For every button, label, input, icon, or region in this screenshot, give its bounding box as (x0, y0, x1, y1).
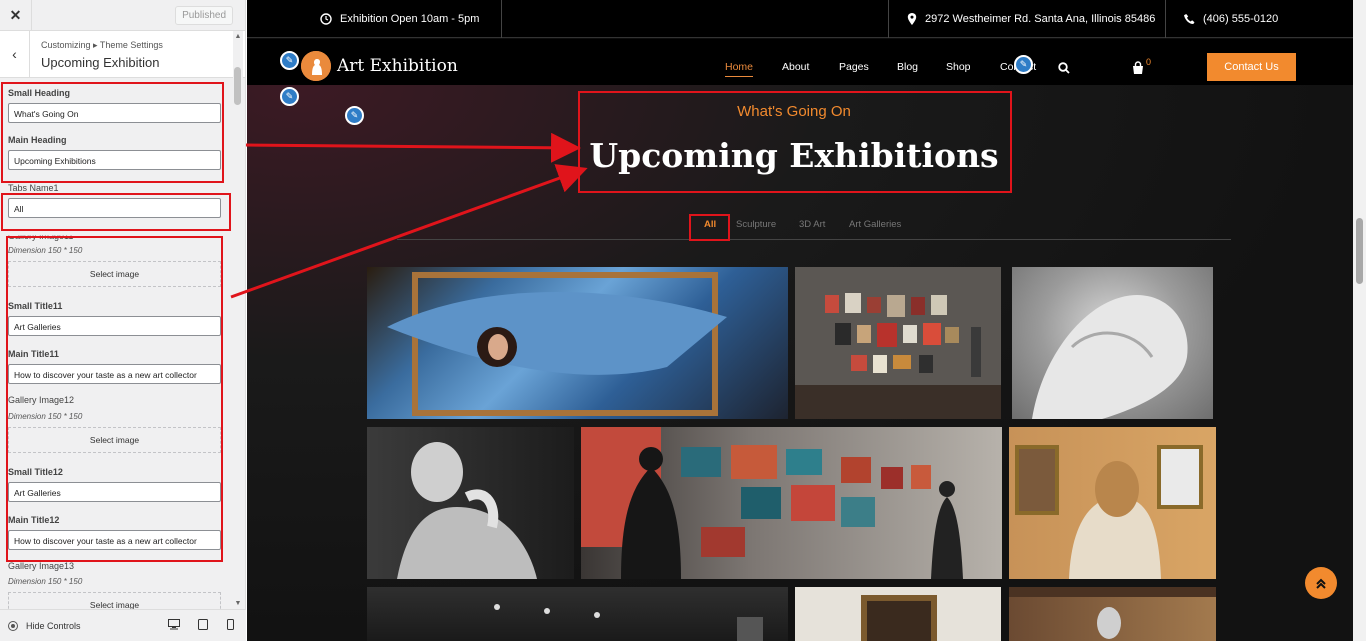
cart-count: 0 (1146, 57, 1152, 67)
tablet-icon[interactable] (198, 619, 208, 633)
gallery-image-museum-statue[interactable] (1009, 587, 1216, 641)
hide-controls-button[interactable]: Hide Controls (26, 621, 81, 631)
scroll-up-icon[interactable]: ▲ (233, 33, 243, 40)
gallery-image-dark-hall[interactable] (367, 587, 788, 641)
scroll-thumb[interactable] (234, 67, 241, 105)
logo-text[interactable]: Art Exhibition (337, 56, 458, 76)
nav-shop[interactable]: Shop (946, 61, 971, 73)
address-info: 2972 Westheimer Rd. Santa Ana, Illinois … (907, 0, 1155, 38)
gallery-image-wall-posters[interactable] (795, 267, 1001, 419)
section-title: Upcoming Exhibition (41, 55, 160, 70)
gallery-image-shark[interactable] (367, 267, 788, 419)
scroll-to-top-button[interactable] (1305, 567, 1337, 599)
edit-pencil-icon[interactable]: ✎ (280, 87, 299, 106)
gallery-image-framed-painting[interactable] (795, 587, 1001, 641)
nav-pages[interactable]: Pages (839, 61, 869, 73)
breadcrumb: Customizing ▸ Theme Settings (41, 40, 163, 50)
gallery-image13-label: Gallery Image13 (8, 561, 75, 571)
customizer-scrollbar[interactable]: ▲ ▼ (233, 31, 243, 609)
dimension-hint: Dimension 150 * 150 (8, 577, 83, 586)
tabs-divider (397, 239, 1231, 240)
tab-art-galleries[interactable]: Art Galleries (849, 219, 901, 230)
customizer-footer: Hide Controls (0, 609, 246, 641)
close-icon[interactable]: ✕ (0, 0, 32, 31)
hours-text: Exhibition Open 10am - 5pm (340, 13, 480, 25)
gallery-image-marble-sculpture[interactable] (1012, 267, 1213, 419)
published-button[interactable]: Published (175, 5, 233, 25)
mobile-icon[interactable] (227, 619, 234, 633)
gallery-image-david[interactable] (367, 427, 574, 579)
scroll-down-icon[interactable]: ▼ (233, 600, 243, 607)
logo-icon[interactable] (301, 51, 331, 81)
select-image-button[interactable]: Select image (8, 592, 221, 609)
phone-text: (406) 555-0120 (1203, 13, 1279, 25)
nav-blog[interactable]: Blog (897, 61, 918, 73)
clock-icon (320, 13, 332, 25)
customizer-panel: ✕ Published ‹ Customizing ▸ Theme Settin… (0, 0, 246, 641)
preview-scroll-thumb[interactable] (1356, 218, 1363, 284)
site-topbar: Exhibition Open 10am - 5pm 2972 Westheim… (247, 0, 1353, 38)
highlight-box-heading-preview (578, 91, 1012, 193)
tab-sculpture[interactable]: Sculpture (736, 219, 776, 230)
phone-icon (1184, 13, 1195, 24)
phone-info: (406) 555-0120 (1184, 0, 1278, 38)
gallery-image-visitors-paintings[interactable] (581, 427, 1002, 579)
preview-scrollbar[interactable] (1353, 0, 1366, 641)
location-pin-icon (907, 13, 917, 25)
edit-pencil-icon[interactable]: ✎ (1014, 55, 1033, 74)
highlight-box-headings (1, 82, 224, 183)
customizer-topbar: ✕ Published (0, 0, 245, 31)
edit-pencil-icon[interactable]: ✎ (345, 106, 364, 125)
highlight-box-gallery (6, 236, 223, 562)
customizer-fields: Small Heading What's Going On Main Headi… (0, 79, 232, 609)
gallery-image-woman-portrait[interactable] (1009, 427, 1216, 579)
tabs-name-label: Tabs Name1 (8, 183, 59, 193)
nav-about[interactable]: About (782, 61, 809, 73)
back-arrow-icon[interactable]: ‹ (0, 31, 30, 77)
contact-us-button[interactable]: Contact Us (1207, 53, 1296, 81)
double-chevron-up-icon (1316, 578, 1326, 589)
address-text: 2972 Westheimer Rd. Santa Ana, Illinois … (925, 13, 1156, 25)
edit-pencil-icon[interactable]: ✎ (280, 51, 299, 70)
site-preview: Exhibition Open 10am - 5pm 2972 Westheim… (247, 0, 1366, 641)
highlight-box-tab-preview (689, 214, 730, 241)
search-icon[interactable] (1058, 62, 1070, 74)
site-navbar: Art Exhibition Home About Pages Blog Sho… (247, 39, 1353, 85)
customizer-section-header: ‹ Customizing ▸ Theme Settings Upcoming … (0, 31, 245, 78)
hours-info: Exhibition Open 10am - 5pm (320, 0, 479, 38)
nav-home[interactable]: Home (725, 61, 754, 77)
desktop-icon[interactable] (168, 619, 180, 633)
tab-3d-art[interactable]: 3D Art (799, 219, 825, 230)
cart-icon[interactable] (1132, 61, 1144, 74)
highlight-box-tabs (1, 193, 231, 231)
hide-controls-icon[interactable] (8, 620, 18, 631)
